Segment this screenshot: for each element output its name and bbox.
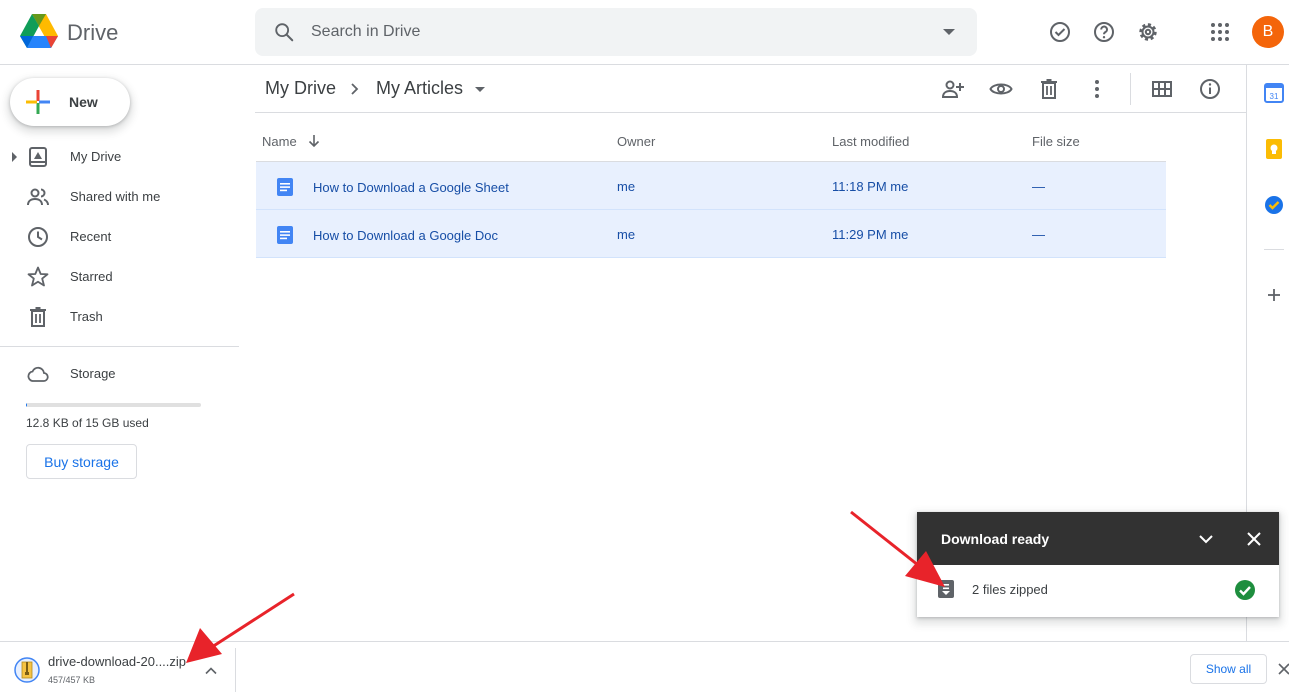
table-row[interactable]: How to Download a Google Doc me 11:29 PM… — [256, 210, 1166, 258]
sidebar-item-my-drive[interactable]: My Drive — [0, 141, 239, 173]
breadcrumb-current-folder[interactable]: My Articles — [376, 78, 463, 99]
clock-icon — [28, 227, 48, 247]
chevron-right-icon — [351, 83, 359, 95]
get-addons-plus-icon[interactable] — [1264, 285, 1284, 305]
storage-meter-fill — [26, 403, 28, 407]
search-bar[interactable] — [255, 8, 977, 56]
sidebar-item-recent[interactable]: Recent — [0, 221, 239, 253]
check-circle-icon — [1235, 580, 1255, 600]
side-panel-separator — [1264, 249, 1284, 250]
top-header: Drive B — [0, 0, 1289, 65]
zip-file-icon — [938, 580, 954, 598]
expand-arrow-icon[interactable] — [12, 152, 17, 162]
table-row[interactable]: How to Download a Google Sheet me 11:18 … — [256, 162, 1166, 210]
chevron-down-icon[interactable] — [1196, 529, 1216, 549]
sort-arrow-down-icon[interactable] — [306, 133, 322, 149]
plus-icon — [26, 90, 50, 114]
sidebar-item-trash[interactable]: Trash — [0, 301, 239, 333]
download-ready-toast: Download ready 2 files zipped — [917, 512, 1279, 617]
sidebar-item-label: Starred — [70, 269, 113, 284]
more-actions-icon[interactable] — [1085, 77, 1109, 101]
sidebar-item-label: My Drive — [70, 149, 122, 164]
file-name[interactable]: How to Download a Google Sheet — [313, 180, 509, 195]
toolbar-bottom-divider — [255, 112, 1247, 113]
folder-menu-caret-icon[interactable] — [475, 87, 485, 92]
settings-icon[interactable] — [1136, 20, 1160, 44]
apps-grid-icon[interactable] — [1208, 20, 1232, 44]
column-header-file-size[interactable]: File size — [1032, 134, 1080, 149]
shared-icon — [27, 188, 49, 206]
trash-icon — [30, 307, 46, 327]
offline-ready-icon[interactable] — [1048, 20, 1072, 44]
tasks-icon[interactable] — [1264, 195, 1284, 215]
search-icon[interactable] — [273, 21, 295, 43]
search-options-icon[interactable] — [943, 29, 955, 35]
google-doc-icon — [277, 226, 293, 244]
drive-logo-icon[interactable] — [20, 14, 58, 48]
zip-archive-icon[interactable] — [14, 657, 40, 683]
file-owner: me — [617, 179, 636, 194]
buy-storage-button[interactable]: Buy storage — [26, 444, 137, 479]
column-header-last-modified[interactable]: Last modified — [832, 134, 909, 149]
file-owner: me — [617, 227, 636, 242]
close-icon[interactable] — [1277, 662, 1289, 676]
column-header-owner[interactable]: Owner — [617, 134, 655, 149]
new-button-label: New — [69, 94, 98, 110]
share-add-person-icon[interactable] — [941, 77, 965, 101]
storage-label: Storage — [70, 366, 116, 381]
storage-used-text: 12.8 KB of 15 GB used — [26, 416, 149, 430]
download-file-size: 457/457 KB — [48, 675, 96, 685]
browser-download-bar: drive-download-20....zip 457/457 KB Show… — [0, 641, 1289, 692]
info-icon[interactable] — [1198, 77, 1222, 101]
calendar-icon[interactable]: 31 — [1264, 83, 1284, 103]
my-drive-icon — [29, 147, 47, 167]
remove-trash-icon[interactable] — [1037, 77, 1061, 101]
keep-icon[interactable] — [1264, 139, 1284, 159]
close-icon[interactable] — [1244, 529, 1264, 549]
toast-file-label: 2 files zipped — [972, 582, 1048, 597]
preview-eye-icon[interactable] — [989, 77, 1013, 101]
sidebar-item-storage[interactable]: Storage — [0, 358, 239, 390]
google-doc-icon — [277, 178, 293, 196]
sidebar-item-shared[interactable]: Shared with me — [0, 181, 239, 213]
sidebar-item-starred[interactable]: Starred — [0, 261, 239, 293]
sidebar-item-label: Recent — [70, 229, 112, 244]
breadcrumb-my-drive[interactable]: My Drive — [265, 78, 336, 99]
svg-text:31: 31 — [1270, 92, 1279, 101]
toast-header: Download ready — [917, 512, 1279, 565]
file-name[interactable]: How to Download a Google Doc — [313, 228, 498, 243]
file-last-modified: 11:18 PM me — [832, 179, 909, 194]
file-size: — — [1032, 179, 1045, 194]
sidebar-divider — [0, 346, 239, 347]
toolbar-divider — [1130, 73, 1131, 105]
storage-meter — [26, 403, 201, 407]
toast-title: Download ready — [941, 531, 1050, 547]
download-file-name[interactable]: drive-download-20....zip — [48, 654, 186, 669]
column-header-name[interactable]: Name — [262, 134, 297, 149]
app-name[interactable]: Drive — [67, 20, 118, 46]
star-icon — [27, 266, 49, 287]
sidebar-item-label: Shared with me — [70, 189, 161, 204]
sidebar-item-label: Trash — [70, 309, 103, 324]
show-all-button[interactable]: Show all — [1190, 654, 1267, 684]
chevron-up-icon[interactable] — [204, 664, 218, 678]
new-button[interactable]: New — [10, 78, 130, 126]
download-bar-separator — [235, 648, 236, 692]
cloud-icon — [27, 366, 49, 382]
avatar[interactable]: B — [1252, 16, 1284, 48]
help-icon[interactable] — [1092, 20, 1116, 44]
file-size: — — [1032, 227, 1045, 242]
file-last-modified: 11:29 PM me — [832, 227, 909, 242]
grid-view-icon[interactable] — [1150, 77, 1174, 101]
search-input[interactable] — [311, 20, 871, 44]
